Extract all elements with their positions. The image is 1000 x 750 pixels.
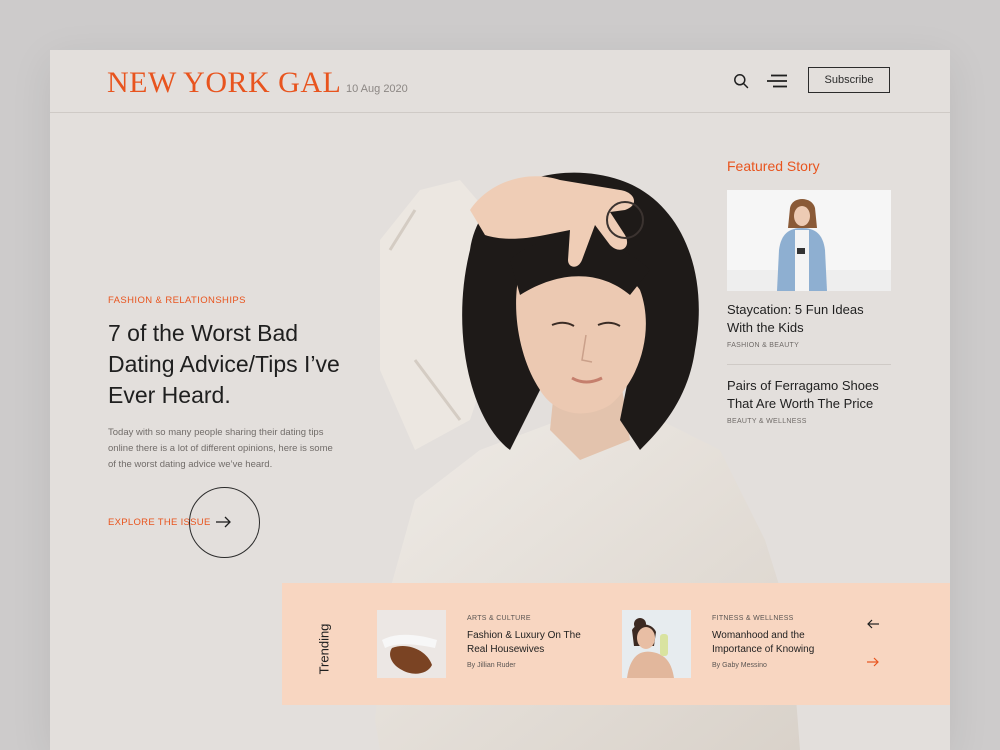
featured-story-image[interactable] xyxy=(727,190,891,291)
arrow-right-icon[interactable] xyxy=(866,656,880,668)
trending-item-image[interactable] xyxy=(622,610,691,678)
arrow-right-icon xyxy=(216,516,231,528)
trending-title[interactable]: Womanhood and the Importance of Knowing xyxy=(712,629,832,657)
trending-section: Trending ARTS & CULTURE Fashion & Luxury… xyxy=(282,583,950,705)
trending-title[interactable]: Fashion & Luxury On The Real Housewives xyxy=(467,629,587,657)
featured-heading: Featured Story xyxy=(727,158,820,174)
subscribe-button[interactable]: Subscribe xyxy=(808,67,890,93)
trending-item-image[interactable] xyxy=(377,610,446,678)
hero-headline[interactable]: 7 of the Worst Bad Dating Advice/Tips I’… xyxy=(108,318,348,411)
hero-category: FASHION & RELATIONSHIPS xyxy=(108,295,246,306)
story-category: BEAUTY & WELLNESS xyxy=(727,418,807,425)
featured-story: Staycation: 5 Fun Ideas With the Kids FA… xyxy=(727,301,892,349)
menu-icon[interactable] xyxy=(767,74,787,88)
explore-issue-button[interactable] xyxy=(189,487,260,558)
trending-author: By Jillian Ruder xyxy=(467,662,516,669)
divider xyxy=(727,364,891,365)
hero-summary: Today with so many people sharing their … xyxy=(108,427,333,470)
trending-category: FITNESS & WELLNESS xyxy=(712,615,794,622)
featured-story: Pairs of Ferragamo Shoes That Are Worth … xyxy=(727,377,892,425)
issue-date: 10 Aug 2020 xyxy=(346,83,408,95)
trending-author: By Gaby Messino xyxy=(712,662,767,669)
search-icon[interactable] xyxy=(733,73,749,89)
trending-label: Trending xyxy=(316,623,332,675)
site-header: NEW YORK GAL 10 Aug 2020 Subscribe xyxy=(50,50,950,113)
trending-category: ARTS & CULTURE xyxy=(467,615,531,622)
trending-item: ARTS & CULTURE Fashion & Luxury On The R… xyxy=(467,615,587,669)
site-logo[interactable]: NEW YORK GAL xyxy=(107,66,341,100)
story-title[interactable]: Staycation: 5 Fun Ideas With the Kids xyxy=(727,301,892,337)
page: NEW YORK GAL 10 Aug 2020 Subscribe FASHI… xyxy=(50,50,950,750)
story-category: FASHION & BEAUTY xyxy=(727,342,800,349)
trending-item: FITNESS & WELLNESS Womanhood and the Imp… xyxy=(712,615,832,669)
arrow-left-icon[interactable] xyxy=(866,618,880,630)
story-title[interactable]: Pairs of Ferragamo Shoes That Are Worth … xyxy=(727,377,892,413)
